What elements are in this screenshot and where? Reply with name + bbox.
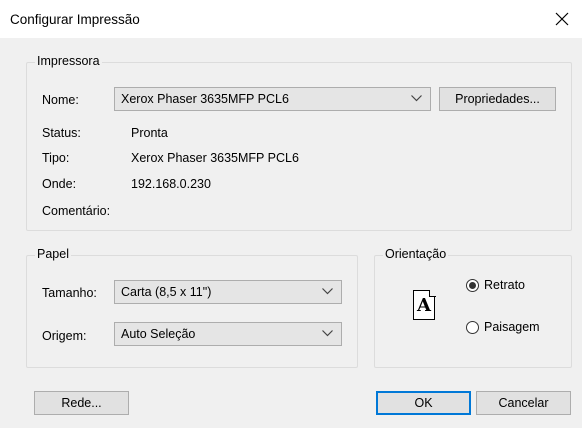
paper-size-dropdown[interactable]: Carta (8,5 x 11")	[114, 280, 342, 304]
printer-name-value: Xerox Phaser 3635MFP PCL6	[121, 92, 289, 106]
cancel-button-label: Cancelar	[498, 396, 549, 410]
where-label: Onde:	[42, 177, 77, 191]
status-label: Status:	[42, 126, 81, 140]
page-icon-letter: A	[417, 294, 431, 316]
close-button[interactable]	[542, 0, 582, 38]
portrait-radio[interactable]	[466, 279, 479, 292]
type-label: Tipo:	[42, 151, 70, 165]
portrait-page-icon: A	[413, 289, 436, 320]
cancel-button[interactable]: Cancelar	[476, 391, 571, 415]
landscape-radio[interactable]	[466, 321, 479, 334]
orientation-group: Orientação	[374, 247, 572, 368]
comment-label: Comentário:	[42, 204, 111, 218]
close-icon	[555, 12, 569, 26]
print-setup-dialog: Configurar Impressão Impressora Nome: Xe…	[0, 0, 582, 428]
chevron-down-icon	[411, 95, 422, 102]
paper-size-label: Tamanho:	[42, 286, 97, 300]
where-value: 192.168.0.230	[131, 177, 211, 191]
network-button[interactable]: Rede...	[34, 391, 129, 415]
ok-button-label: OK	[414, 396, 433, 410]
title-bar: Configurar Impressão	[0, 0, 582, 38]
status-value: Pronta	[131, 126, 168, 140]
paper-source-value: Auto Seleção	[121, 327, 196, 341]
paper-size-value: Carta (8,5 x 11")	[121, 285, 212, 299]
network-button-label: Rede...	[61, 396, 102, 410]
ok-button[interactable]: OK	[376, 391, 471, 415]
printer-name-label: Nome:	[42, 93, 79, 107]
chevron-down-icon	[322, 288, 333, 295]
paper-source-dropdown[interactable]: Auto Seleção	[114, 322, 342, 346]
printer-group-label: Impressora	[35, 54, 102, 68]
paper-group: Papel	[26, 247, 358, 368]
paper-source-label: Origem:	[42, 329, 87, 343]
window-title: Configurar Impressão	[10, 12, 140, 27]
properties-button-label: Propriedades...	[455, 92, 540, 106]
portrait-label[interactable]: Retrato	[484, 278, 525, 292]
landscape-label[interactable]: Paisagem	[484, 320, 540, 334]
properties-button[interactable]: Propriedades...	[439, 87, 556, 111]
chevron-down-icon	[322, 330, 333, 337]
paper-group-label: Papel	[35, 247, 71, 261]
type-value: Xerox Phaser 3635MFP PCL6	[131, 151, 299, 165]
orientation-group-label: Orientação	[383, 247, 449, 261]
printer-name-dropdown[interactable]: Xerox Phaser 3635MFP PCL6	[114, 87, 431, 111]
